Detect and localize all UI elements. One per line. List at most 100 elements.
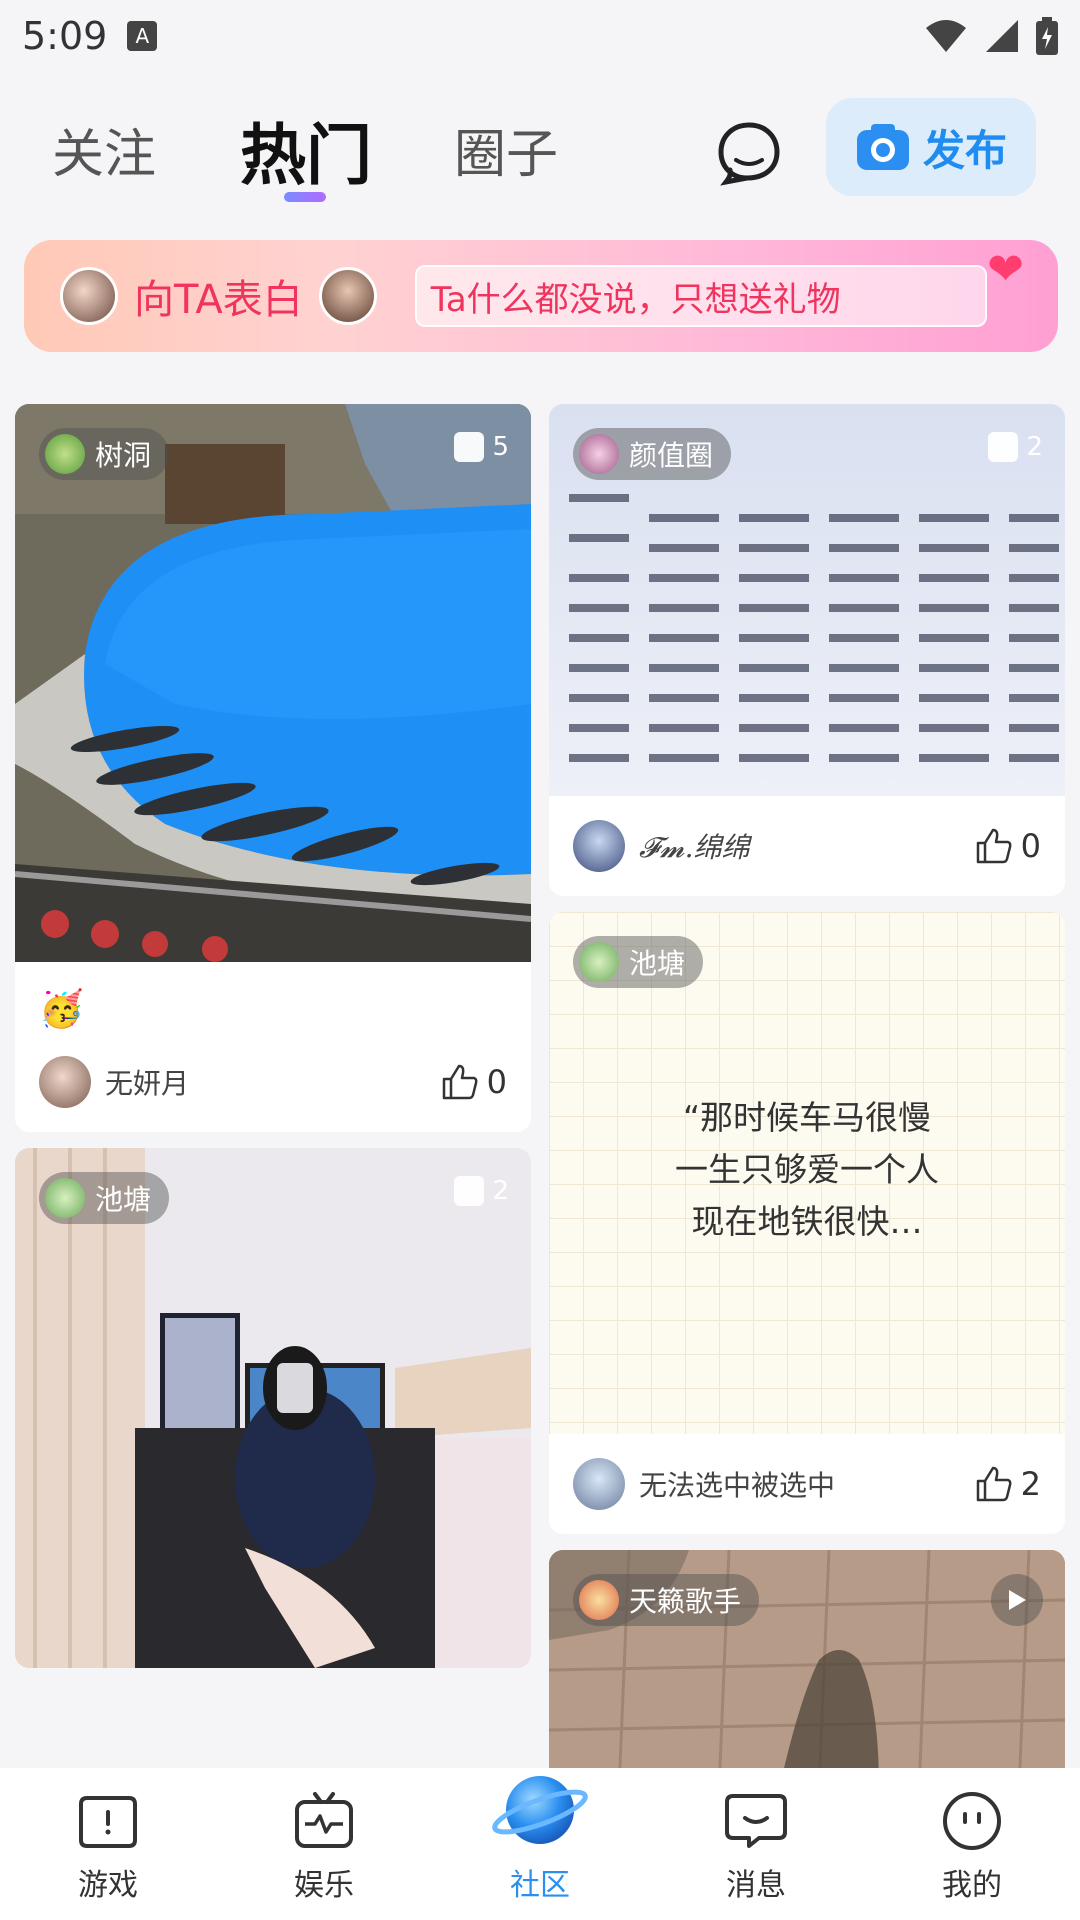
post-card[interactable]: 颜值圈 2 𝓕𝓶.绵绵 0 [549,404,1065,896]
tab-hot[interactable]: 热门 [240,102,372,198]
play-icon [1009,1590,1026,1610]
camera-icon [856,124,909,170]
game-icon [79,1796,137,1848]
post-image: 颜值圈 2 [549,404,1065,796]
image-count-value: 5 [492,432,509,462]
nav-label: 我的 [942,1868,1002,1903]
quote-line: 一生只够爱一个人 [675,1150,939,1189]
circle-tag[interactable]: 天籁歌手 [573,1574,760,1626]
aquarium-photo [15,404,531,962]
circle-tag[interactable]: 池塘 [573,936,704,988]
thumbs-up-icon [976,1466,1012,1502]
author-avatar[interactable] [573,820,625,872]
circle-tag[interactable]: 池塘 [39,1172,170,1224]
like-button[interactable]: 0 [441,1063,507,1101]
thumbs-up-icon [976,828,1012,864]
author-name[interactable]: 无妍月 [105,1062,189,1102]
singer-icon [579,1580,619,1620]
nav-profile[interactable]: 我的 [864,1768,1080,1920]
signal-icon [986,20,1018,52]
like-count: 0 [486,1063,507,1101]
banner-avatar-left [60,267,118,325]
image-count: 5 [454,432,509,462]
publish-button[interactable]: 发布 [826,98,1036,196]
post-image: 天籁歌手 [549,1550,1065,1790]
pond-icon [579,942,619,982]
banner-message: Ta什么都没说，只想送礼物 [414,265,987,327]
beauty-circle-icon [579,434,619,474]
gallery-icon [454,432,485,462]
status-time: 5:09 [22,14,108,58]
profile-icon [943,1792,1001,1850]
thumbs-up-icon [442,1064,478,1100]
room-photo [15,1148,531,1668]
heart-icon: ❤ [987,244,1024,295]
post-image: 树洞 5 [15,404,531,962]
battery-icon [1036,17,1058,55]
author-avatar[interactable] [573,1458,625,1510]
image-count-value: 2 [1026,432,1043,462]
wifi-icon [926,20,966,52]
banner-avatar-right [318,267,377,325]
like-count: 0 [1020,827,1041,865]
tab-follow[interactable]: 关注 [52,112,156,187]
circle-tag[interactable]: 树洞 [39,428,170,480]
tag-label: 树洞 [95,439,152,472]
image-count: 2 [988,432,1043,462]
author-name[interactable]: 无法选中被选中 [639,1464,835,1504]
gallery-icon [988,432,1019,462]
active-tab-indicator [284,192,326,202]
play-button[interactable] [991,1574,1043,1626]
circle-tag[interactable]: 颜值圈 [573,428,732,480]
nav-community[interactable]: 社区 [432,1768,648,1920]
post-footer: 无法选中被选中 2 [549,1434,1065,1534]
status-bar: 5:09 A [0,0,1080,72]
author-avatar[interactable] [39,1056,91,1108]
nav-label: 消息 [726,1868,786,1903]
post-text: 🥳 [39,989,84,1030]
tag-label: 颜值圈 [629,439,714,472]
banner-title: 向TA表白 [134,277,303,323]
image-count-value: 2 [492,1176,509,1206]
notification-icon: A [127,21,158,51]
chat-bubble-icon[interactable] [716,120,782,186]
pond-icon [45,1178,85,1218]
nav-label: 游戏 [78,1868,138,1903]
feed-column-right: 颜值圈 2 𝓕𝓶.绵绵 0 池塘 “那时候车马很慢 一生只够爱一个人 现在地铁很… [549,404,1065,1806]
feed-column-left: 树洞 5 🥳 无妍月 0 池塘 2 [15,404,531,1684]
nav-entertainment[interactable]: 娱乐 [216,1768,432,1920]
like-button[interactable]: 0 [975,827,1041,865]
quote-line: 现在地铁很快… [691,1202,923,1241]
like-button[interactable]: 2 [975,1465,1041,1503]
nav-label: 娱乐 [294,1868,354,1903]
post-card[interactable]: 天籁歌手 [549,1550,1065,1790]
post-text-card: 池塘 “那时候车马很慢 一生只够爱一个人 现在地铁很快… [549,912,1065,1434]
publish-label: 发布 [922,125,1007,175]
post-image: 池塘 2 [15,1148,531,1668]
planet-icon [492,1776,588,1844]
author-name[interactable]: 𝓕𝓶.绵绵 [639,826,750,866]
like-count: 2 [1020,1465,1041,1503]
nav-messages[interactable]: 消息 [648,1768,864,1920]
nav-game[interactable]: 游戏 [0,1768,216,1920]
tag-label: 池塘 [95,1183,152,1216]
tv-icon [295,1792,353,1848]
nav-label: 社区 [510,1868,570,1903]
post-quote: “那时候车马很慢 一生只够爱一个人 现在地铁很快… [549,1092,1065,1248]
tag-label: 池塘 [629,947,686,980]
post-footer: 𝓕𝓶.绵绵 0 [549,796,1065,896]
top-tabs: 关注 热门 圈子 发布 [0,90,1080,220]
gallery-icon [454,1176,485,1206]
confession-banner[interactable]: 向TA表白 Ta什么都没说，只想送礼物 ❤ [24,240,1058,352]
message-icon [725,1794,787,1848]
bottom-navigation: 游戏 娱乐 社区 消息 我的 [0,1768,1080,1920]
status-indicators [924,17,1058,55]
post-card[interactable]: 池塘 “那时候车马很慢 一生只够爱一个人 现在地铁很快… 无法选中被选中 2 [549,912,1065,1534]
tab-circle[interactable]: 圈子 [454,112,558,187]
post-footer: 无妍月 0 [15,1032,531,1132]
post-card[interactable]: 池塘 2 [15,1148,531,1668]
post-card[interactable]: 树洞 5 🥳 无妍月 0 [15,404,531,1132]
tag-label: 天籁歌手 [629,1585,742,1618]
quote-line: “那时候车马很慢 [682,1098,932,1137]
tree-icon [45,434,85,474]
